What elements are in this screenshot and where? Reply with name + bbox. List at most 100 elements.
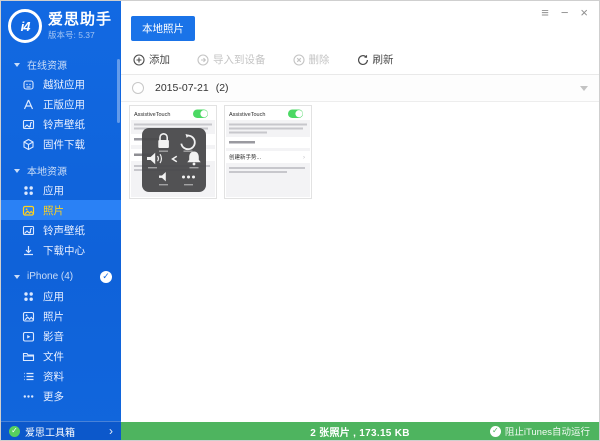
apps-grid-icon [22,290,35,303]
refresh-icon [357,54,369,66]
group-select-radio[interactable] [132,82,144,94]
check-circle-icon: ✓ [490,426,501,437]
sidebar-item-device-photos[interactable]: 照片 [1,306,121,326]
caret-down-icon [14,169,20,173]
sidebar-item-label: 照片 [43,203,64,218]
toolbox-footer-button[interactable]: ✓ 爱思工具箱 › [1,421,121,440]
photos-icon [22,204,35,217]
caret-down-icon [14,275,20,279]
sidebar-item-device-apps[interactable]: 应用 [1,286,121,306]
sidebar-item-label: 正版应用 [43,97,85,112]
tab-local-photos[interactable]: 本地照片 [131,16,195,41]
section-header-iphone[interactable]: iPhone (4) ✓ [1,267,121,286]
delete-circle-icon [293,54,305,66]
status-bar: 2 张照片 , 173.15 KB ✓ 阻止iTunes自动运行 [121,422,599,440]
ringtone-wallpaper-icon [22,118,35,131]
sidebar-item-label: 应用 [43,183,64,198]
block-itunes-label: 阻止iTunes自动运行 [505,424,590,438]
photo-date-group-row: 2015-07-21 (2) [121,75,599,102]
sidebar-item-device-more[interactable]: 更多 [1,386,121,406]
sidebar-item-label: 更多 [43,389,64,404]
sidebar-item-label: 越狱应用 [43,77,85,92]
delete-label: 删除 [309,52,330,67]
assistivetouch-menu-screenshot: AssistiveTouch [131,107,215,197]
sidebar-item-label: 固件下载 [43,137,85,152]
section-header-local-resources[interactable]: 本地资源 [1,161,121,180]
jailbreak-app-icon [22,78,35,91]
tab-bar: 本地照片 [121,1,599,41]
refresh-button[interactable]: 刷新 [357,52,394,67]
toolbar: 添加 导入到设备 删除 刷新 [121,41,599,74]
info-list-icon [22,370,35,383]
toolbox-label: 爱思工具箱 [25,424,75,439]
i4-logo-icon: i4 [8,9,42,43]
import-device-icon [197,54,209,66]
photo-thumbnail-1[interactable]: AssistiveTouch [129,105,217,199]
add-circle-icon [133,54,145,66]
group-count: (2) [216,82,229,94]
firmware-download-icon [22,138,35,151]
section-label: iPhone (4) [27,271,73,282]
window-controls: ≡ − × [541,6,588,19]
sidebar-item-label: 影音 [43,329,64,344]
mini-settings-title: AssistiveTouch [134,112,170,118]
assistivetouch-settings-screenshot: AssistiveTouch 创建新手势... › [226,107,310,197]
sidebar-item-local-ringtone-wallpaper[interactable]: 铃声壁纸 [1,220,121,240]
sidebar-item-label: 铃声壁纸 [43,117,85,132]
sidebar-item-device-files[interactable]: 文件 [1,346,121,366]
app-window: i4 爱思助手 版本号: 5.37 在线资源 越狱应用 正版应用 [0,0,600,441]
section-label: 本地资源 [27,163,67,178]
refresh-label: 刷新 [373,52,394,67]
sidebar-item-jailbreak-apps[interactable]: 越狱应用 [1,74,121,94]
toolbox-check-icon: ✓ [9,426,20,437]
import-to-device-button[interactable]: 导入到设备 [197,52,266,67]
chevron-right-icon: › [109,425,113,437]
more-dots-icon [22,390,35,403]
sidebar-item-local-apps[interactable]: 应用 [1,180,121,200]
minimize-icon[interactable]: − [561,6,569,19]
assistivetouch-device-menu-overlay [142,128,206,192]
photo-thumbnail-2[interactable]: AssistiveTouch 创建新手势... › [224,105,312,199]
section-label: 在线资源 [27,57,67,72]
mini-settings-title: AssistiveTouch [229,112,265,118]
media-icon [22,330,35,343]
mini-chevron-right-icon: › [303,155,305,161]
menu-icon[interactable]: ≡ [541,6,549,19]
device-connected-check-icon: ✓ [100,271,112,283]
apps-grid-icon [22,184,35,197]
chevron-down-icon[interactable] [580,86,588,91]
import-label: 导入到设备 [213,52,266,67]
sidebar-item-label: 文件 [43,349,64,364]
caret-down-icon [14,63,20,67]
sidebar-item-device-media[interactable]: 影音 [1,326,121,346]
app-title: 爱思助手 [48,12,112,29]
photos-icon [22,310,35,323]
section-header-online-resources[interactable]: 在线资源 [1,55,121,74]
sidebar: i4 爱思助手 版本号: 5.37 在线资源 越狱应用 正版应用 [1,1,121,440]
sidebar-scrollbar[interactable] [117,59,120,123]
sidebar-item-label: 资料 [43,369,64,384]
sidebar-item-label: 应用 [43,289,64,304]
files-icon [22,350,35,363]
sidebar-item-ringtone-wallpaper-online[interactable]: 铃声壁纸 [1,114,121,134]
sidebar-item-genuine-apps[interactable]: 正版应用 [1,94,121,114]
sidebar-item-firmware-download[interactable]: 固件下载 [1,134,121,154]
delete-button[interactable]: 删除 [293,52,330,67]
app-version: 版本号: 5.37 [48,31,112,40]
group-date: 2015-07-21 [155,82,209,94]
photo-grid: AssistiveTouch [121,102,599,199]
app-logo: i4 爱思助手 版本号: 5.37 [1,1,121,48]
sidebar-item-local-photos[interactable]: 照片 [1,200,121,220]
add-label: 添加 [149,52,170,67]
sidebar-item-download-center[interactable]: 下载中心 [1,240,121,260]
block-itunes-toggle[interactable]: ✓ 阻止iTunes自动运行 [490,424,599,438]
close-icon[interactable]: × [580,6,588,19]
add-button[interactable]: 添加 [133,52,170,67]
sidebar-item-label: 铃声壁纸 [43,223,85,238]
main-content: ≡ − × 本地照片 添加 导入到设备 [121,1,599,422]
genuine-app-icon [22,98,35,111]
mini-row-label: 创建新手势... [229,153,262,161]
sidebar-item-device-info[interactable]: 资料 [1,366,121,386]
download-center-icon [22,244,35,257]
sidebar-item-label: 下载中心 [43,243,85,258]
